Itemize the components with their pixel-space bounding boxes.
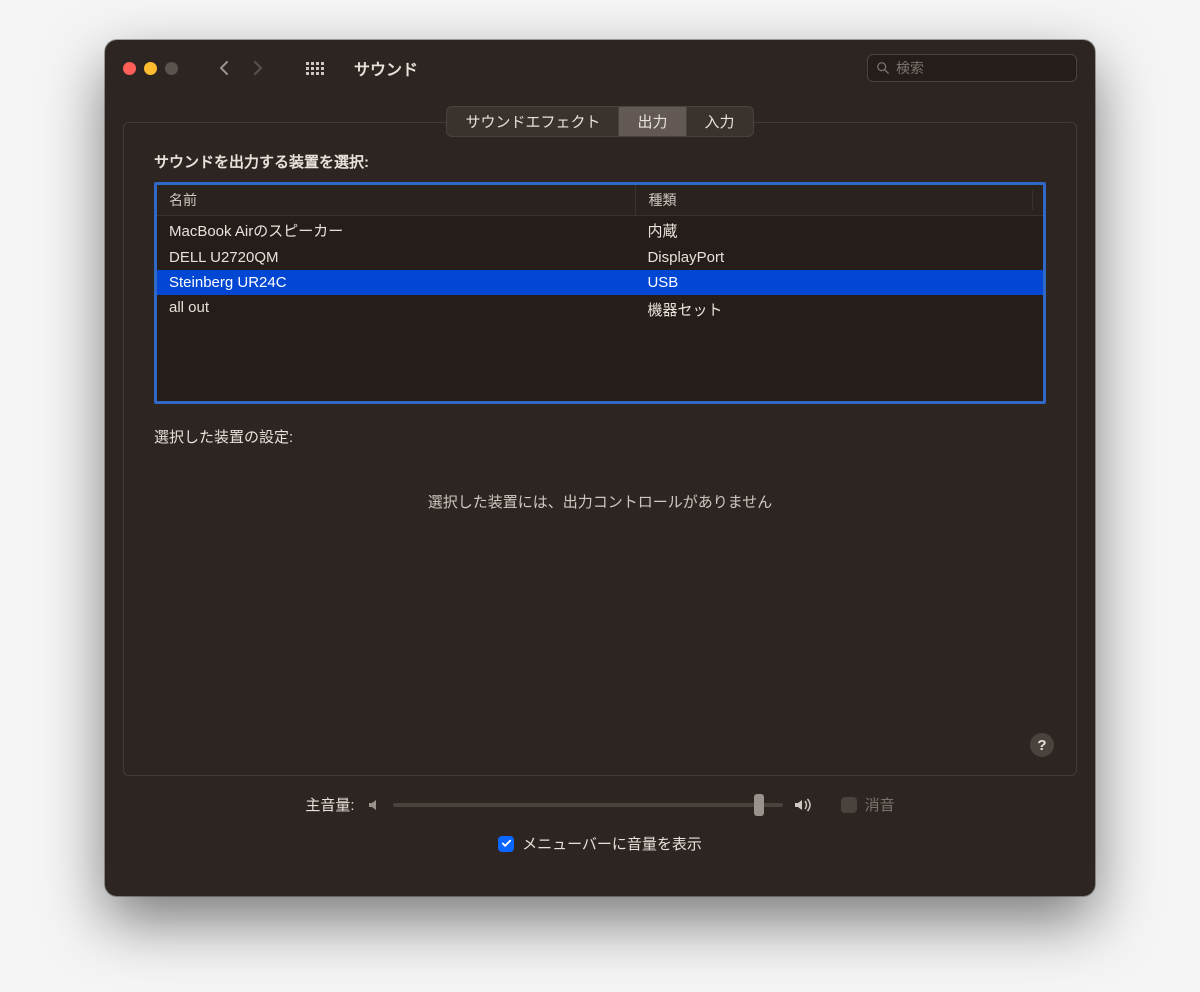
- device-table: 名前 種類 MacBook Airのスピーカー内蔵DELL U2720QMDis…: [154, 182, 1046, 404]
- tab-bar: サウンドエフェクト 出力 入力: [446, 106, 753, 137]
- show-in-menubar-label: メニューバーに音量を表示: [522, 833, 702, 854]
- device-name: DELL U2720QM: [157, 245, 635, 270]
- speaker-high-icon: [793, 797, 815, 813]
- show-in-menubar-checkbox[interactable]: [498, 836, 514, 852]
- slider-thumb[interactable]: [754, 794, 764, 816]
- device-select-label: サウンドを出力する装置を選択:: [154, 151, 1046, 172]
- speaker-low-icon: [367, 797, 383, 813]
- grid-icon: [306, 62, 324, 75]
- mute-checkbox[interactable]: [841, 797, 857, 813]
- device-type: 内蔵: [635, 216, 1043, 245]
- device-type: DisplayPort: [635, 245, 1043, 270]
- table-body: MacBook Airのスピーカー内蔵DELL U2720QMDisplayPo…: [157, 216, 1043, 324]
- table-header: 名前 種類: [157, 185, 1043, 216]
- output-panel: サウンドを出力する装置を選択: 名前 種類 MacBook Airのスピーカー内…: [123, 122, 1077, 776]
- device-type: 機器セット: [635, 295, 1043, 324]
- help-button[interactable]: ?: [1030, 733, 1054, 757]
- volume-slider[interactable]: [393, 795, 783, 815]
- sound-preferences-window: サウンド サウンドエフェクト 出力 入力 サウンドを出力する装置を選択: 名前 …: [105, 40, 1095, 896]
- volume-label: 主音量:: [305, 794, 354, 815]
- search-field[interactable]: [867, 54, 1077, 82]
- footer: 主音量: 消音: [123, 776, 1077, 878]
- device-settings-label: 選択した装置の設定:: [154, 426, 1046, 447]
- slider-track: [393, 803, 783, 807]
- tab-sound-effects[interactable]: サウンドエフェクト: [447, 107, 619, 136]
- forward-button[interactable]: [242, 54, 274, 82]
- minimize-button[interactable]: [144, 62, 157, 75]
- chevron-left-icon: [218, 61, 230, 75]
- tab-input[interactable]: 入力: [687, 107, 753, 136]
- content-area: サウンドエフェクト 出力 入力 サウンドを出力する装置を選択: 名前 種類 Ma…: [105, 96, 1095, 896]
- device-name: MacBook Airのスピーカー: [157, 216, 635, 245]
- nav-buttons: [208, 54, 274, 82]
- tab-output[interactable]: 出力: [619, 107, 686, 136]
- show-in-menubar-row: メニューバーに音量を表示: [123, 833, 1077, 854]
- device-name: all out: [157, 295, 635, 324]
- window-controls: [123, 62, 178, 75]
- volume-slider-group: [367, 795, 815, 815]
- search-input[interactable]: [896, 60, 1068, 76]
- search-icon: [876, 61, 890, 75]
- no-controls-message: 選択した装置には、出力コントロールがありません: [154, 491, 1046, 512]
- mute-label: 消音: [865, 794, 895, 815]
- table-row[interactable]: MacBook Airのスピーカー内蔵: [157, 216, 1043, 245]
- column-header-type[interactable]: 種類: [635, 185, 1043, 215]
- table-row[interactable]: DELL U2720QMDisplayPort: [157, 245, 1043, 270]
- volume-row: 主音量: 消音: [123, 794, 1077, 815]
- back-button[interactable]: [208, 54, 240, 82]
- table-row[interactable]: all out機器セット: [157, 295, 1043, 324]
- maximize-button: [165, 62, 178, 75]
- device-name: Steinberg UR24C: [157, 270, 635, 295]
- mute-checkbox-group: 消音: [841, 794, 895, 815]
- close-button[interactable]: [123, 62, 136, 75]
- device-type: USB: [635, 270, 1043, 295]
- check-icon: [501, 838, 512, 849]
- titlebar: サウンド: [105, 40, 1095, 96]
- show-all-button[interactable]: [298, 54, 332, 82]
- column-header-name[interactable]: 名前: [157, 185, 635, 215]
- chevron-right-icon: [252, 61, 264, 75]
- table-row[interactable]: Steinberg UR24CUSB: [157, 270, 1043, 295]
- window-title: サウンド: [354, 56, 859, 80]
